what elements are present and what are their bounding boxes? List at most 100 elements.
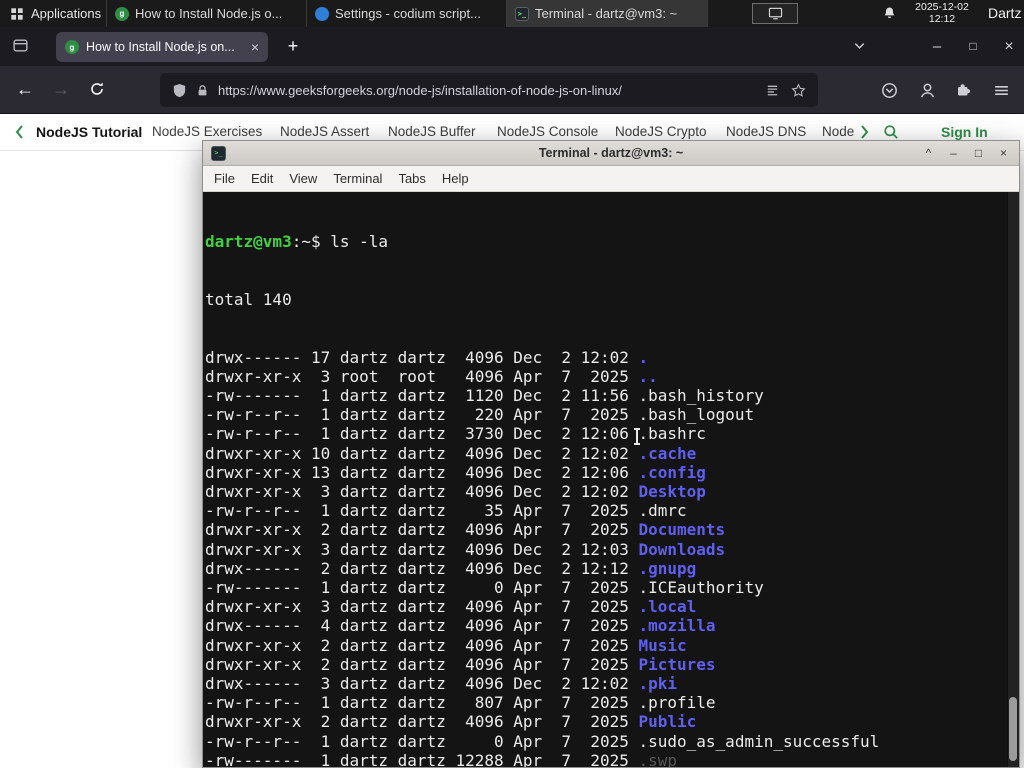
chevron-left-icon	[14, 124, 24, 140]
clock[interactable]: 2025-12-02 12:12	[902, 1, 982, 25]
menu-button[interactable]	[987, 76, 1015, 104]
person-icon	[919, 82, 936, 99]
terminal-line: -rw------- 1 dartz dartz 12288 Apr 7 202…	[205, 751, 1007, 767]
hamburger-icon	[993, 82, 1010, 99]
menu-file[interactable]: File	[214, 171, 235, 186]
firefox-view-icon[interactable]	[12, 37, 29, 54]
terminal-scrollbar[interactable]	[1007, 192, 1019, 767]
terminal-line: -rw-r--r-- 1 dartz dartz 3730 Dec 2 12:0…	[205, 424, 706, 444]
tab-close-button[interactable]: ×	[251, 40, 259, 54]
pocket-button[interactable]	[875, 76, 903, 104]
file-name: .bashrc	[638, 424, 706, 444]
bookmark-star-icon[interactable]	[791, 82, 806, 98]
account-button[interactable]	[913, 76, 941, 104]
reader-mode-icon[interactable]	[765, 83, 780, 98]
reload-button[interactable]	[82, 74, 112, 104]
url-text: https://www.geeksforgeeks.org/node-js/in…	[218, 82, 622, 98]
terminal-scrollbar-thumb[interactable]	[1009, 697, 1017, 761]
file-name: .dmrc	[638, 501, 687, 521]
clock-date: 2025-12-02	[915, 1, 969, 13]
terminal-menubar: File Edit View Terminal Tabs Help	[203, 166, 1019, 192]
file-name: Desktop	[638, 482, 706, 502]
terminal-line: -rw-r--r-- 1 dartz dartz 807 Apr 7 2025 …	[205, 693, 716, 713]
notification-bell-icon[interactable]	[882, 6, 897, 21]
terminal-shade-button[interactable]: ^	[921, 142, 936, 165]
window-close-button[interactable]: ×	[994, 27, 1024, 66]
mouse-cursor	[634, 428, 640, 445]
terminal-minimize-button[interactable]: –	[946, 142, 961, 165]
browser-toolbar: ← → https://www.geeksforgeeks.org/node-j…	[0, 66, 1024, 114]
desktop-panel: Applications g How to Install Node.js o.…	[0, 0, 1024, 27]
nav-scroll-left-button[interactable]	[14, 124, 24, 140]
file-name: .mozilla	[638, 616, 716, 636]
taskbar-window-codium[interactable]: Settings - codium script...	[306, 0, 506, 27]
file-name: Music	[638, 635, 687, 655]
terminal-line: drwxr-xr-x 3 dartz dartz 4096 Dec 2 12:0…	[205, 482, 706, 502]
terminal-line: drwxr-xr-x 3 dartz dartz 4096 Dec 2 12:0…	[205, 539, 726, 559]
shield-icon[interactable]	[172, 83, 187, 98]
file-name: .bash_history	[638, 386, 764, 406]
pocket-icon	[881, 82, 898, 99]
nav-scroll-right-button[interactable]	[860, 124, 870, 140]
terminal-close-button[interactable]: ×	[996, 142, 1011, 165]
menu-tabs[interactable]: Tabs	[398, 171, 425, 186]
new-tab-button[interactable]: +	[281, 35, 305, 59]
terminal-line: drwx------ 3 dartz dartz 4096 Dec 2 12:0…	[205, 674, 678, 694]
menu-edit[interactable]: Edit	[251, 171, 273, 186]
terminal-line: drwxr-xr-x 2 dartz dartz 4096 Apr 7 2025…	[205, 635, 687, 655]
taskbar-window-terminal[interactable]: >_ Terminal - dartz@vm3: ~	[506, 0, 708, 27]
terminal-line: drwxr-xr-x 2 dartz dartz 4096 Apr 7 2025…	[205, 520, 726, 540]
terminal-line: drwxr-xr-x 3 dartz dartz 4096 Apr 7 2025…	[205, 597, 697, 617]
terminal-prompt-line: dartz@vm3:~$ ls -la	[205, 232, 389, 252]
terminal-line: -rw-r--r-- 1 dartz dartz 220 Apr 7 2025 …	[205, 405, 755, 425]
monitor-icon	[768, 7, 783, 20]
file-name: .cache	[638, 443, 697, 463]
file-name: .config	[638, 462, 706, 482]
file-name: Pictures	[638, 654, 716, 674]
menu-view[interactable]: View	[289, 171, 317, 186]
chevron-down-icon	[852, 38, 867, 53]
terminal-line: drwxr-xr-x 10 dartz dartz 4096 Dec 2 12:…	[205, 443, 697, 463]
file-name: .	[638, 347, 649, 367]
menu-terminal[interactable]: Terminal	[333, 171, 382, 186]
terminal-maximize-button[interactable]: □	[971, 142, 986, 165]
window-maximize-button[interactable]: □	[958, 27, 988, 66]
codium-favicon-icon	[315, 6, 329, 21]
terminal-line: drwxr-xr-x 13 dartz dartz 4096 Dec 2 12:…	[205, 462, 706, 482]
reload-icon	[89, 81, 105, 97]
file-name: ..	[638, 366, 658, 386]
terminal-line: -rw-r--r-- 1 dartz dartz 0 Apr 7 2025 .s…	[205, 731, 880, 751]
tab-title: How to Install Node.js on...	[86, 40, 235, 54]
terminal-app-icon: >_	[211, 145, 226, 161]
extensions-button[interactable]	[949, 76, 977, 104]
forward-button[interactable]: →	[46, 74, 76, 104]
geeksforgeeks-favicon-icon: g	[115, 6, 129, 21]
terminal-window: >_ Terminal - dartz@vm3: ~ ^ – □ × File …	[202, 140, 1020, 768]
file-name: .ICEauthority	[638, 578, 764, 598]
file-name: .pki	[638, 674, 678, 694]
browser-tab[interactable]: g How to Install Node.js on... ×	[56, 32, 268, 62]
taskbar-window-firefox[interactable]: g How to Install Node.js o...	[106, 0, 306, 27]
chevron-right-icon	[860, 124, 870, 140]
site-search-button[interactable]	[883, 124, 899, 140]
back-button[interactable]: ←	[10, 74, 40, 104]
user-menu[interactable]: Dartz	[988, 0, 1021, 27]
file-name: .sudo_as_admin_successful	[638, 731, 880, 751]
list-all-tabs-button[interactable]	[852, 38, 867, 53]
menu-help[interactable]: Help	[442, 171, 469, 186]
applications-menu-button[interactable]: Applications	[0, 0, 111, 27]
terminal-window-title: Terminal - dartz@vm3: ~	[538, 146, 684, 160]
terminal-line: -rw------- 1 dartz dartz 1120 Dec 2 11:5…	[205, 386, 764, 406]
window-minimize-button[interactable]: –	[922, 27, 952, 66]
tray-window-indicator[interactable]	[752, 3, 798, 24]
terminal-listing: drwx------ 17 dartz dartz 4096 Dec 2 12:…	[205, 348, 1007, 767]
terminal-line: drwxr-xr-x 3 root root 4096 Apr 7 2025 .…	[205, 366, 658, 386]
lock-icon[interactable]	[196, 84, 209, 97]
nav-item-nodejs-tutorial[interactable]: NodeJS Tutorial	[36, 114, 142, 150]
file-name: Documents	[638, 520, 726, 540]
file-name: Public	[638, 712, 697, 732]
terminal-titlebar[interactable]: >_ Terminal - dartz@vm3: ~ ^ – □ ×	[203, 141, 1019, 166]
file-name: .bash_logout	[638, 405, 755, 425]
terminal-output[interactable]: dartz@vm3:~$ ls -la total 140 drwx------…	[203, 192, 1007, 767]
url-bar[interactable]: https://www.geeksforgeeks.org/node-js/in…	[160, 73, 818, 107]
